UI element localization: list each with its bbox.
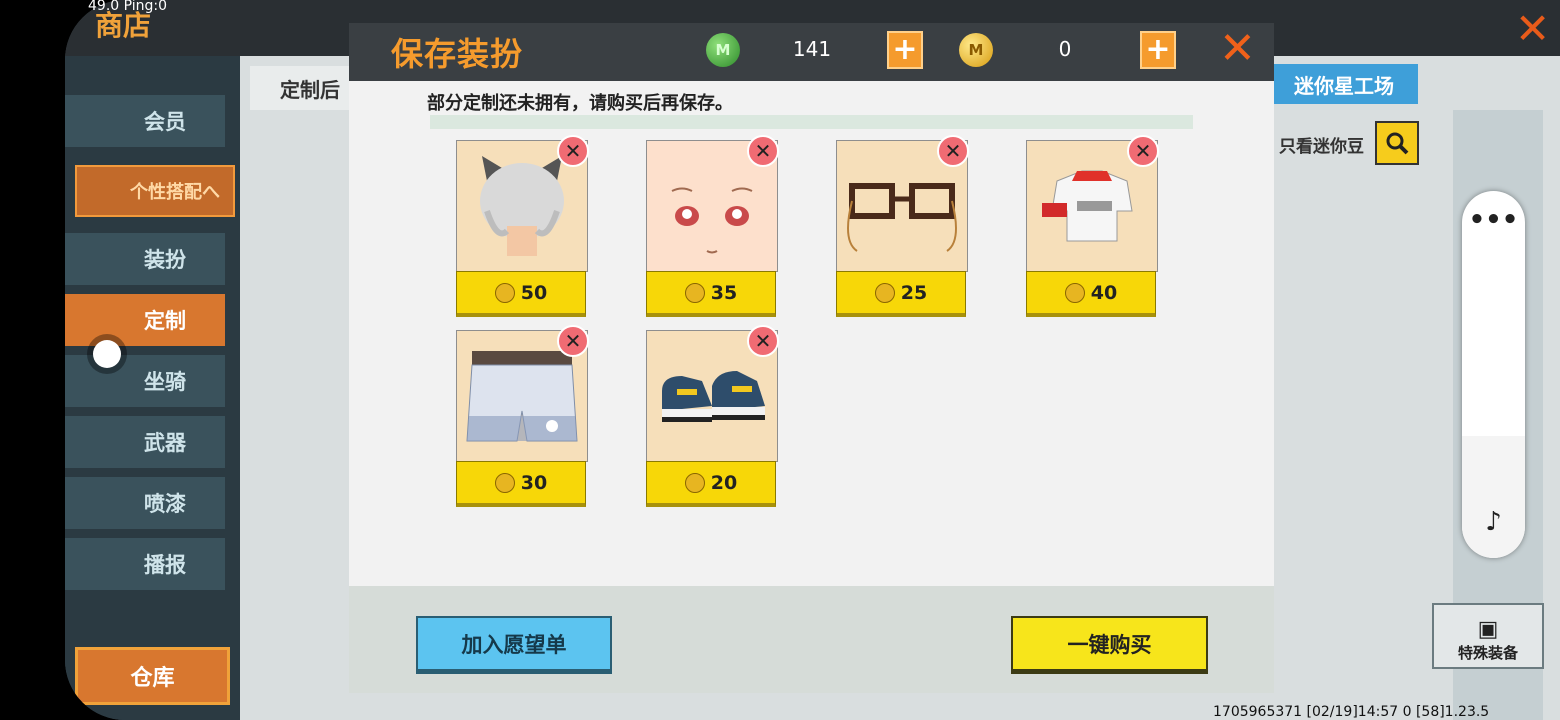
sidebar-item-style-combo[interactable]: 个性搭配へ [75, 165, 235, 217]
section-divider [430, 115, 1193, 129]
coin-icon [684, 472, 705, 493]
sidebar-item-mount[interactable]: 坐骑 [65, 355, 225, 407]
price-button[interactable]: 30 [456, 461, 586, 507]
mini-bean-filter[interactable]: 只看迷你豆 [1279, 132, 1364, 157]
price-button[interactable]: 20 [646, 461, 776, 507]
one-click-buy-button[interactable]: 一键购买 [1011, 616, 1208, 674]
gem-icon: M [706, 33, 740, 67]
price-button[interactable]: 25 [836, 271, 966, 317]
price-button[interactable]: 40 [1026, 271, 1156, 317]
price-button[interactable]: 35 [646, 271, 776, 317]
list-item[interactable]: ✕ 20 [646, 325, 779, 510]
close-shop-icon[interactable]: ✕ [1515, 4, 1550, 53]
dialog-title: 保存装扮 [391, 35, 524, 73]
sidebar-item-outfit[interactable]: 装扮 [65, 233, 225, 285]
mini-factory-button[interactable]: 迷你星工场 [1270, 64, 1418, 104]
add-gems-button[interactable]: + [887, 31, 923, 69]
coin-icon [874, 282, 895, 303]
remove-icon[interactable]: ✕ [747, 135, 779, 167]
coin-count: 0 [1058, 37, 1072, 61]
backpack-icon: ▣ [1477, 617, 1499, 642]
coin-icon [494, 282, 515, 303]
sidebar-item-broadcast[interactable]: 播报 [65, 538, 225, 590]
remove-icon[interactable]: ✕ [1127, 135, 1159, 167]
debug-overlay: 49.0 Ping:0 [88, 0, 168, 14]
coin-icon [494, 472, 515, 493]
coin-icon: M [959, 33, 993, 67]
special-equipment-label: 特殊装备 [1457, 644, 1518, 662]
sidebar-item-custom[interactable]: 定制 [65, 294, 225, 346]
list-item[interactable]: ✕ 30 [456, 325, 589, 510]
list-item[interactable]: ✕ 35 [646, 135, 779, 320]
coin-icon [684, 282, 705, 303]
status-line: 1705965371 [02/19]14:57 0 [58]1.23.5 [1213, 704, 1490, 720]
gem-count: 141 [792, 37, 832, 61]
sidebar-item-spray[interactable]: 喷漆 [65, 477, 225, 529]
price-button[interactable]: 50 [456, 271, 586, 317]
touch-indicator [93, 340, 121, 368]
list-item[interactable]: ✕ 40 [1026, 135, 1159, 320]
volume-level [1462, 436, 1525, 558]
more-icon[interactable]: ••• [1462, 205, 1525, 235]
sidebar-item-weapon[interactable]: 武器 [65, 416, 225, 468]
add-to-wishlist-button[interactable]: 加入愿望单 [416, 616, 612, 674]
remove-icon[interactable]: ✕ [557, 135, 589, 167]
remove-icon[interactable]: ✕ [747, 325, 779, 357]
dialog-message: 部分定制还未拥有，请购买后再保存。 [427, 93, 733, 114]
save-outfit-dialog: 保存装扮 M 141 + M 0 + ✕ 部分定制还未拥有，请购买后再保存。 ✕… [349, 23, 1274, 693]
remove-icon[interactable]: ✕ [937, 135, 969, 167]
remove-icon[interactable]: ✕ [557, 325, 589, 357]
music-icon[interactable]: ♪ [1462, 507, 1525, 537]
special-equipment-button[interactable]: ▣ 特殊装备 [1432, 603, 1544, 669]
warehouse-button[interactable]: 仓库 [75, 647, 230, 705]
floating-control-panel[interactable]: ••• ♪ [1462, 191, 1525, 558]
list-item[interactable]: ✕ 50 [456, 135, 589, 320]
add-coins-button[interactable]: + [1140, 31, 1176, 69]
coin-icon [1064, 282, 1085, 303]
search-icon[interactable] [1375, 121, 1419, 165]
close-dialog-icon[interactable]: ✕ [1219, 23, 1256, 74]
list-item[interactable]: ✕ 25 [836, 135, 969, 320]
sidebar-item-member[interactable]: 会员 [65, 95, 225, 147]
